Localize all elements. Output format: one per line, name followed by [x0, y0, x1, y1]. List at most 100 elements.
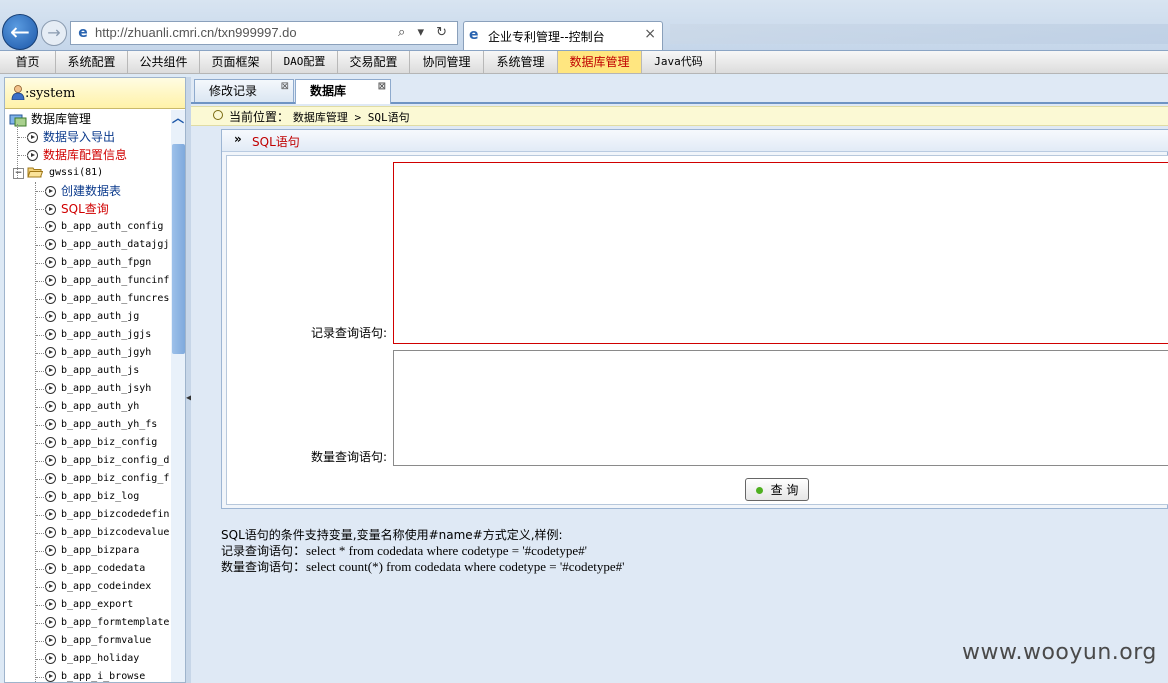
tree-folder-gwssi[interactable]: gwssi(81)	[27, 164, 103, 182]
tree-item-table[interactable]: b_app_auth_yh	[45, 398, 139, 416]
tree-root-db-management[interactable]: 数据库管理	[9, 110, 91, 128]
tree-node-label: b_app_auth_fpgn	[61, 257, 152, 268]
tree-node-label: b_app_biz_log	[61, 491, 140, 502]
forward-arrow-icon[interactable]: →	[41, 20, 67, 46]
tree-item-table[interactable]: b_app_bizpara	[45, 542, 139, 560]
tree-item-table[interactable]: b_app_i_browse	[45, 668, 146, 682]
tree-node-label: b_app_auth_datajgj	[61, 239, 170, 250]
address-buttons[interactable]: ⌕ ▾ ↻	[398, 25, 451, 40]
tab-label: 数据库	[310, 84, 347, 98]
tree-line	[36, 245, 46, 246]
breadcrumb: 当前位置： 数据库管理 > SQL语句	[191, 106, 1168, 126]
location-icon	[213, 110, 223, 120]
menu-item-6[interactable]: 协同管理	[410, 51, 484, 73]
help-label-count: 数量查询语句	[221, 560, 294, 574]
browser-tab[interactable]: e 企业专利管理--控制台 ×	[463, 21, 663, 50]
tree-node-label: b_app_bizcodevalue	[61, 527, 170, 538]
tree-item-table[interactable]: b_app_auth_jgyh	[45, 344, 151, 362]
tree-node-label: b_app_auth_config	[61, 221, 164, 232]
tree-node-label: b_app_auth_yh	[61, 401, 140, 412]
tree-line	[36, 371, 46, 372]
tree-item-table[interactable]: b_app_formvalue	[45, 632, 151, 650]
menu-item-5[interactable]: 交易配置	[338, 51, 410, 73]
address-url[interactable]: http://zhuanli.cmri.cn/txn999997.do	[95, 25, 297, 40]
menu-item-2[interactable]: 公共组件	[128, 51, 200, 73]
collapse-toggle-icon[interactable]: −	[13, 168, 24, 179]
tree-line	[36, 191, 46, 192]
tree-line	[36, 515, 46, 516]
tree-item-table[interactable]: b_app_codeindex	[45, 578, 151, 596]
tree-item-table[interactable]: b_app_export	[45, 596, 133, 614]
tab-close-icon[interactable]: ×	[644, 26, 656, 42]
count-query-textarea[interactable]	[393, 350, 1168, 466]
left-panel-header: :system	[5, 78, 185, 109]
ie-page-icon: e	[78, 25, 88, 41]
tree-item-table[interactable]: b_app_auth_config	[45, 218, 163, 236]
tree-item-table[interactable]: b_app_auth_funcinf	[45, 272, 169, 290]
tab-close-icon[interactable]: ⊠	[378, 75, 386, 98]
tree-node-label: b_app_auth_funcinf	[61, 275, 170, 286]
tree-item-table[interactable]: b_app_biz_config	[45, 434, 157, 452]
tree-line	[35, 182, 36, 682]
menu-item-0[interactable]: 首页	[0, 51, 56, 73]
play-circle-icon	[45, 616, 56, 628]
menu-item-7[interactable]: 系统管理	[484, 51, 558, 73]
tab-modify-record[interactable]: 修改记录 ⊠	[194, 79, 294, 102]
sql-panel: » SQL语句 记录查询语句: 数量查询语句: 查 询	[221, 129, 1168, 509]
scroll-thumb[interactable]	[172, 144, 185, 354]
tree-item-table[interactable]: b_app_auth_datajgj	[45, 236, 169, 254]
tree-node-label: b_app_formvalue	[61, 635, 152, 646]
help-label-record: 记录查询语句	[221, 544, 294, 558]
help-line-2: 记录查询语句：select * from codedata where code…	[221, 543, 1121, 559]
tree-item-table[interactable]: b_app_auth_js	[45, 362, 139, 380]
tree-item-table[interactable]: b_app_holiday	[45, 650, 139, 668]
play-circle-icon	[45, 328, 56, 340]
menu-item-4[interactable]: DAO配置	[272, 51, 338, 73]
tree-item-table[interactable]: b_app_codedata	[45, 560, 145, 578]
play-circle-icon	[45, 400, 56, 412]
tree-item-table[interactable]: b_app_auth_fpgn	[45, 254, 151, 272]
left-tree-panel: :system 数据库管理 数据导入导出 数据库配置信息 − gwssi(81) 创建数据…	[4, 77, 186, 683]
tree-item-create-table[interactable]: 创建数据表	[45, 182, 121, 200]
query-button[interactable]: 查 询	[745, 478, 809, 501]
play-circle-icon	[27, 150, 38, 161]
content-tabbar: 修改记录 ⊠ 数据库 ⊠	[191, 77, 1168, 104]
scroll-up-icon[interactable]: ︿	[171, 110, 185, 126]
tree-item-table[interactable]: b_app_auth_funcres	[45, 290, 169, 308]
tree-node-label: b_app_biz_config	[61, 437, 158, 448]
tab-database[interactable]: 数据库 ⊠	[295, 79, 391, 104]
tree-node-label: b_app_auth_jsyh	[61, 383, 152, 394]
tree-item-table[interactable]: b_app_bizcodedefin	[45, 506, 169, 524]
tree-node-label: b_app_auth_yh_fs	[61, 419, 158, 430]
menu-item-9[interactable]: Java代码	[642, 51, 716, 73]
tree-item-table[interactable]: b_app_auth_jsyh	[45, 380, 151, 398]
menu-item-3[interactable]: 页面框架	[200, 51, 272, 73]
tree-item-table[interactable]: b_app_biz_config_d	[45, 452, 169, 470]
sql-panel-header: » SQL语句	[222, 130, 1168, 152]
count-query-label: 数量查询语句:	[310, 450, 387, 464]
tree-item-table[interactable]: b_app_auth_jgjs	[45, 326, 151, 344]
tree-scrollbar[interactable]: ︿	[171, 110, 185, 682]
play-circle-icon	[45, 670, 56, 682]
tree-item-table[interactable]: b_app_formtemplate	[45, 614, 169, 632]
tree-line	[36, 407, 46, 408]
menu-item-1[interactable]: 系统配置	[56, 51, 128, 73]
tree-item-table[interactable]: b_app_auth_yh_fs	[45, 416, 157, 434]
tree-item-table[interactable]: b_app_biz_log	[45, 488, 139, 506]
current-user: :system	[25, 86, 76, 101]
tree-item-db-config-info[interactable]: 数据库配置信息	[27, 146, 127, 164]
tree-node-label: b_app_bizcodedefin	[61, 509, 170, 520]
menu-item-8[interactable]: 数据库管理	[558, 51, 642, 73]
tree-item-table[interactable]: b_app_bizcodevalue	[45, 524, 169, 542]
tree-item-import-export[interactable]: 数据导入导出	[27, 128, 115, 146]
sql-form: 记录查询语句: 数量查询语句: 查 询	[226, 155, 1168, 505]
tree-item-table[interactable]: b_app_biz_config_f	[45, 470, 169, 488]
address-bar[interactable]: e http://zhuanli.cmri.cn/txn999997.do ⌕ …	[70, 21, 458, 45]
back-arrow-icon[interactable]: ←	[2, 14, 38, 50]
record-query-textarea[interactable]	[393, 162, 1168, 344]
tree-item-sql-query[interactable]: SQL查询	[45, 200, 109, 218]
tree-item-table[interactable]: b_app_auth_jg	[45, 308, 139, 326]
tree-node-label: b_app_i_browse	[61, 671, 146, 682]
tree-line	[36, 677, 46, 678]
tab-close-icon[interactable]: ⊠	[281, 75, 289, 98]
